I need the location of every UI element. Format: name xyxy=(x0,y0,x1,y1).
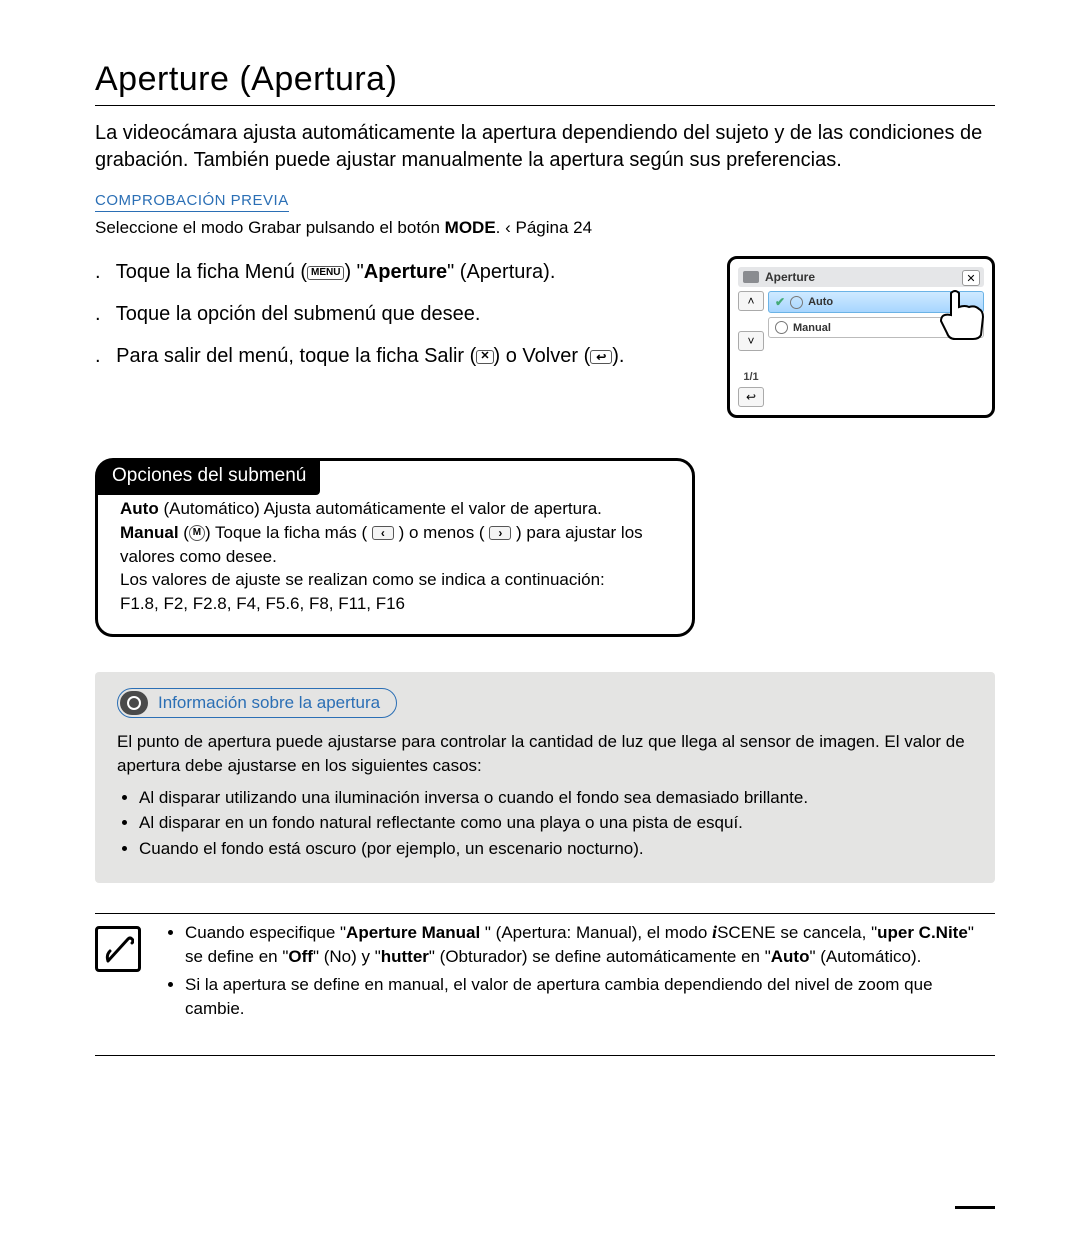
note-1: Cuando especifique "Aperture Manual " (A… xyxy=(185,920,995,969)
menu-icon: MENU xyxy=(307,266,344,280)
info-pill: Información sobre la apertura xyxy=(117,688,397,718)
check-icon: ✔ xyxy=(775,295,785,309)
option-manual-label: Manual xyxy=(793,322,831,334)
manual-icon xyxy=(775,321,788,334)
screen-body: ˄ ˅ 1/1 ✔ Auto Manual xyxy=(738,291,984,383)
page-footer-mark xyxy=(955,1206,995,1209)
note-2: Si la apertura se define en manual, el v… xyxy=(185,973,995,1021)
step1-a: Toque la ficha Menú ( xyxy=(116,261,307,283)
lcd-screen-illustration: Aperture ✕ ˄ ˅ 1/1 ✔ Auto xyxy=(727,256,995,418)
auto-text: (Automático) Ajusta automáticamente el v… xyxy=(159,499,602,518)
step1-d: " (Apertura). xyxy=(447,261,555,283)
page-indicator: 1/1 xyxy=(738,371,764,383)
option-manual: Manual xyxy=(768,317,984,338)
submenu-manual: Manual (M) Toque la ficha más ( ‹ ) o me… xyxy=(120,521,670,569)
n1g: Off xyxy=(288,947,313,966)
info-b1: Al disparar utilizando una iluminación i… xyxy=(139,786,973,810)
submenu-heading: Opciones del submenú xyxy=(96,459,320,495)
precheck-text-a: Seleccione el modo Grabar pulsando el bo… xyxy=(95,218,445,237)
screen-back-row: ↩ xyxy=(738,387,984,407)
step3-c: ). xyxy=(612,345,624,367)
steps-and-screen: . Toque la ficha Menú (MENU) "Aperture" … xyxy=(95,256,995,418)
note-row: Cuando especifique "Aperture Manual " (A… xyxy=(95,920,995,1025)
screen-close-icon: ✕ xyxy=(962,270,980,286)
submenu-line3: Los valores de ajuste se realizan como s… xyxy=(120,568,670,592)
n1a: Cuando especifique " xyxy=(185,923,346,942)
scroll-down-icon: ˅ xyxy=(738,331,764,351)
n1l: " (Automático). xyxy=(809,947,921,966)
screen-header: Aperture ✕ xyxy=(738,267,984,287)
touch-hand-icon xyxy=(931,287,991,341)
note-body: Cuando especifique "Aperture Manual " (A… xyxy=(163,920,995,1025)
bullet: . xyxy=(95,303,101,325)
magnifier-icon xyxy=(120,691,148,715)
step3-b: ) o Volver ( xyxy=(494,345,591,367)
manual-page: Aperture (Apertura) La videocámara ajust… xyxy=(0,0,1080,1249)
step-2: . Toque la opción del submenú que desee. xyxy=(95,298,693,330)
arrow-right-icon: › xyxy=(489,526,511,540)
step1-b: ) " xyxy=(344,261,363,283)
steps-list: . Toque la ficha Menú (MENU) "Aperture" … xyxy=(95,256,693,382)
title-rule xyxy=(95,105,995,106)
step1-aperture: Aperture xyxy=(364,261,447,283)
option-list: ✔ Auto Manual xyxy=(768,291,984,383)
info-b3: Cuando el fondo está oscuro (por ejemplo… xyxy=(139,837,973,861)
option-auto-label: Auto xyxy=(808,296,833,308)
scroll-up-icon: ˄ xyxy=(738,291,764,311)
note-rule-top xyxy=(95,913,995,914)
info-b2: Al disparar en un fondo natural reflecta… xyxy=(139,811,973,835)
n1d: SCENE se cancela, " xyxy=(717,923,877,942)
auto-label: Auto xyxy=(120,499,159,518)
precheck-text-c: . ‹ Página 24 xyxy=(496,218,592,237)
n1h: " (No) y " xyxy=(313,947,381,966)
note-rule-bottom xyxy=(95,1055,995,1056)
info-pill-text: Información sobre la apertura xyxy=(158,693,394,713)
precheck-text: Seleccione el modo Grabar pulsando el bo… xyxy=(95,218,995,238)
manual-mode-icon: M xyxy=(189,525,205,541)
submenu-body: Auto (Automático) Ajusta automáticamente… xyxy=(120,497,670,616)
close-icon: ✕ xyxy=(476,350,493,364)
n1b: Aperture Manual xyxy=(346,923,480,942)
n1i: hutter xyxy=(381,947,429,966)
submenu-auto: Auto (Automático) Ajusta automáticamente… xyxy=(120,497,670,521)
info-p1: El punto de apertura puede ajustarse par… xyxy=(117,730,973,778)
manual-t3: ) o menos ( xyxy=(394,523,489,542)
scroll-buttons: ˄ ˅ 1/1 xyxy=(738,291,764,383)
n1j: " (Obturador) se define automáticamente … xyxy=(429,947,771,966)
arrow-left-icon: ‹ xyxy=(372,526,394,540)
bullet: . xyxy=(95,261,101,283)
back-icon: ↩ xyxy=(590,350,612,364)
intro-paragraph: La videocámara ajusta automáticamente la… xyxy=(95,120,995,174)
submenu-line4: F1.8, F2, F2.8, F4, F5.6, F8, F11, F16 xyxy=(120,592,670,616)
step2-text: Toque la opción del submenú que desee. xyxy=(116,303,481,325)
note-icon xyxy=(95,926,141,972)
info-bullets: Al disparar utilizando una iluminación i… xyxy=(117,786,973,861)
manual-t1: ( xyxy=(179,523,189,542)
n1c: " (Apertura: Manual), el modo xyxy=(480,923,712,942)
bullet: . xyxy=(95,345,101,367)
info-panel: Información sobre la apertura El punto d… xyxy=(95,672,995,883)
camera-icon xyxy=(743,271,759,283)
n1k: Auto xyxy=(771,947,810,966)
n1e: uper C.Nite xyxy=(877,923,968,942)
page-title: Aperture (Apertura) xyxy=(95,60,995,99)
manual-t2: ) Toque la ficha más ( xyxy=(205,523,372,542)
screen-title: Aperture xyxy=(765,270,979,284)
precheck-block: COMPROBACIÓN PREVIA Seleccione el modo G… xyxy=(95,192,995,238)
step3-a: Para salir del menú, toque la ficha Sali… xyxy=(116,345,476,367)
precheck-label: COMPROBACIÓN PREVIA xyxy=(95,192,289,212)
info-text: El punto de apertura puede ajustarse par… xyxy=(117,730,973,861)
precheck-mode: MODE xyxy=(445,218,496,237)
step-3: . Para salir del menú, toque la ficha Sa… xyxy=(95,340,693,372)
screen-back-icon: ↩ xyxy=(738,387,764,407)
manual-label: Manual xyxy=(120,523,179,542)
auto-icon xyxy=(790,296,803,309)
submenu-options-box: Opciones del submenú Auto (Automático) A… xyxy=(95,458,695,637)
step-1: . Toque la ficha Menú (MENU) "Aperture" … xyxy=(95,256,693,288)
